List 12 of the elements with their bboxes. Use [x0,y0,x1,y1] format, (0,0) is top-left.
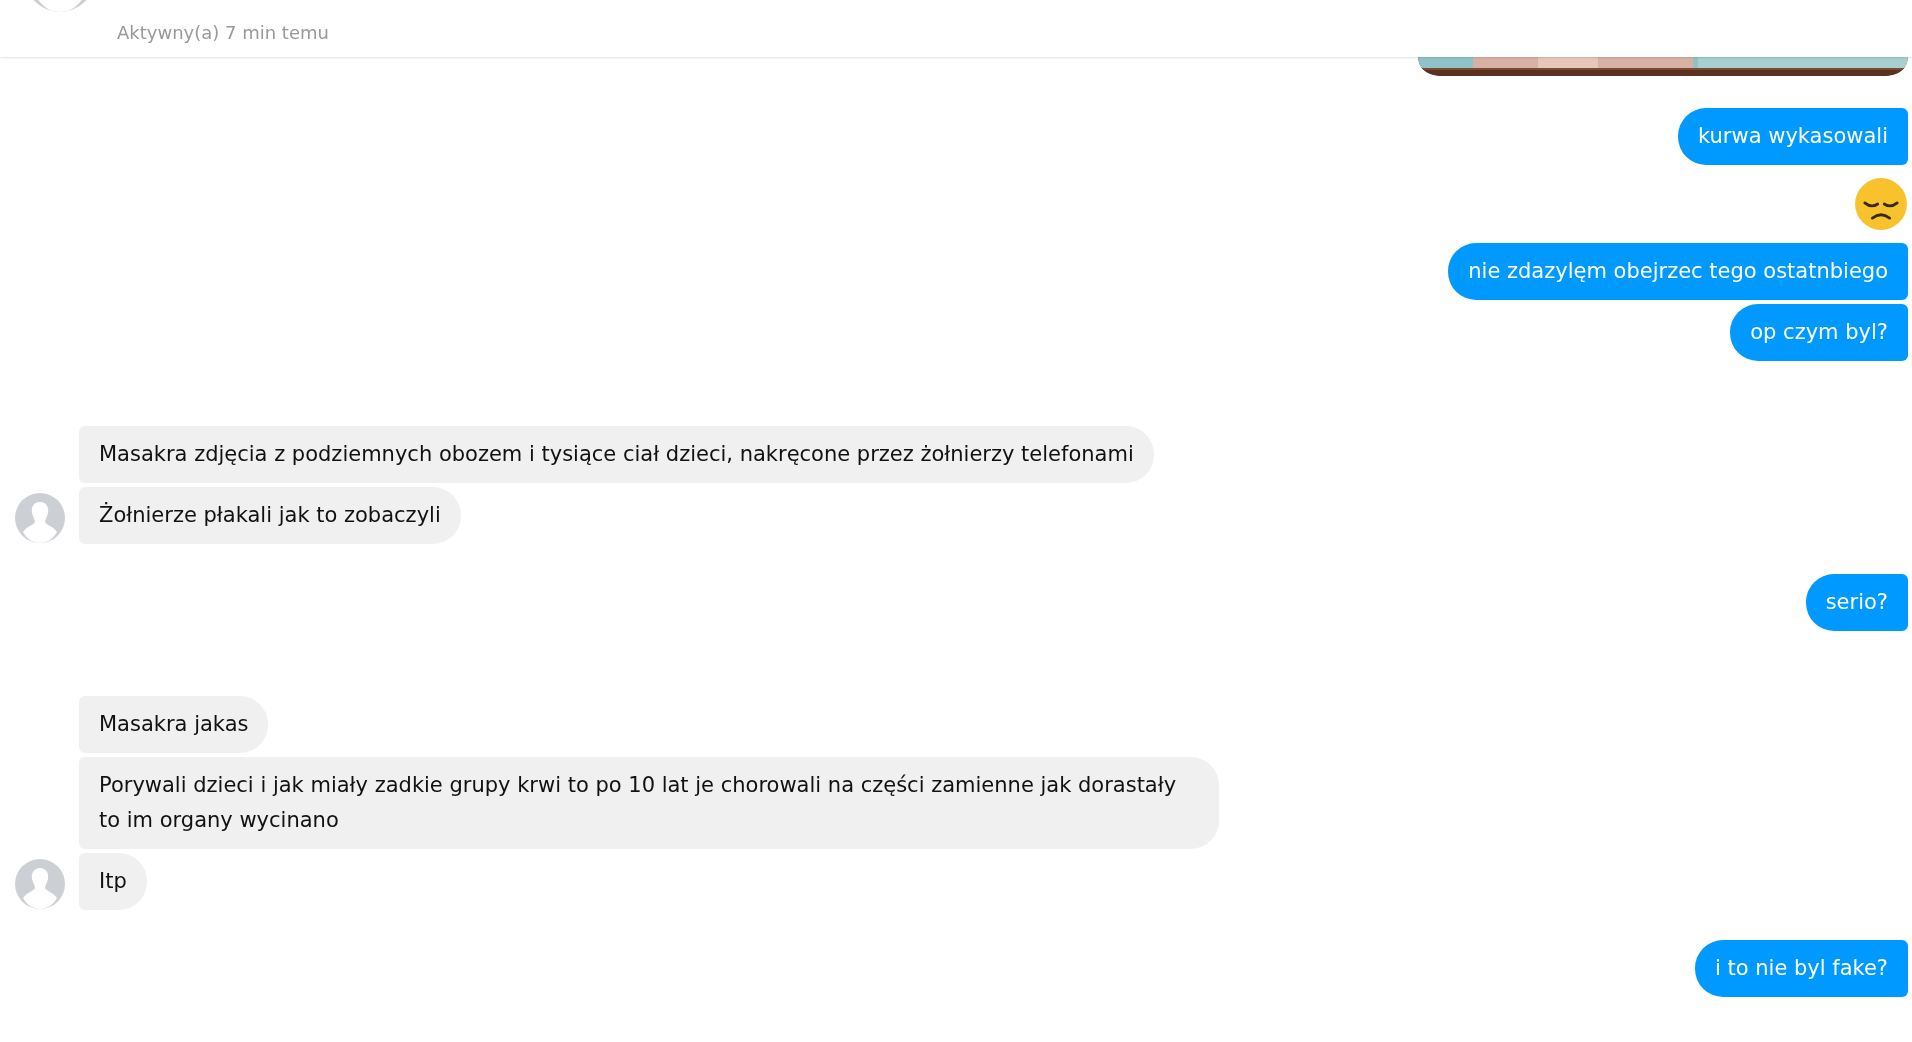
message-bubble: Masakra zdjęcia z podziemnych obozem i tysiące ciał dzieci, nakręcone przez żołnierzy telefonami [79,426,1154,483]
active-status: Aktywny(a) 7 min temu [117,22,329,43]
message-bubble: i to nie byl fake? [1695,940,1908,997]
message-bubble: op czym byl? [1730,304,1908,361]
message-bubble: serio? [1805,574,1908,631]
message-bubble: Żołnierze płakali jak to zobaczyli [79,487,461,544]
message-bubble: Itp [79,853,147,910]
message-bubble: Porywali dzieci i jak miały zadkie grupy krwi to po 10 lat je chorowali na części zamienne jak dorastały to im organy wycinano [79,757,1219,849]
message-bubble: kurwa wykasowali [1678,108,1908,165]
message-bubble: nie zdazylęm obejrzec tego ostatnbiego [1448,243,1908,300]
message-bubble: Masakra jakas [79,696,269,753]
pensive-face-icon [1854,177,1908,231]
